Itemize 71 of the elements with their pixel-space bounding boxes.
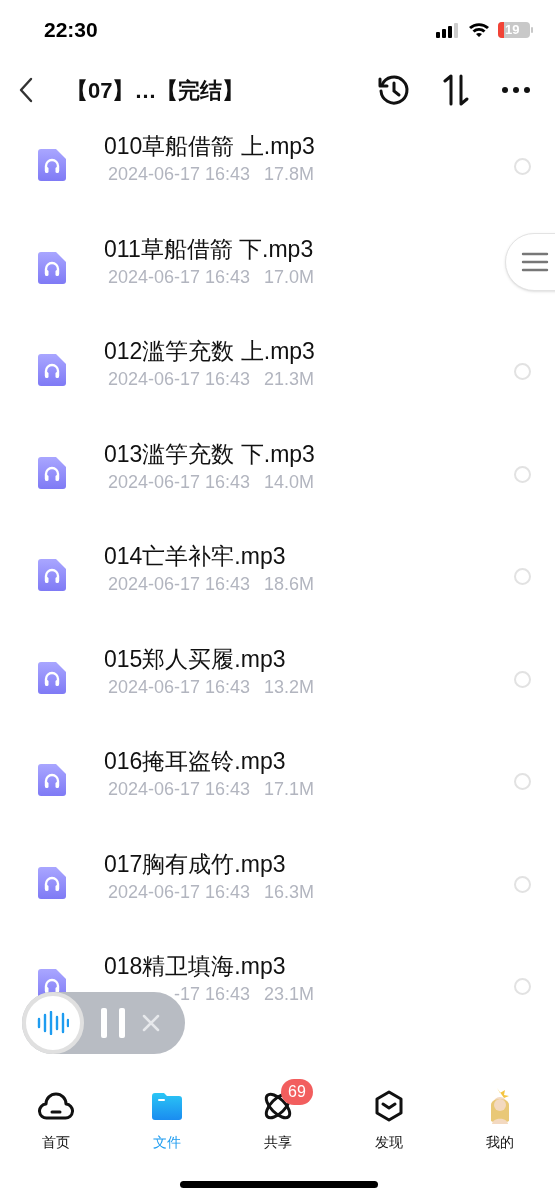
file-row[interactable]: 012滥竽充数 上.mp3 2024-06-17 16:43 21.3M xyxy=(0,337,555,440)
nav-tab[interactable]: 共享 69 xyxy=(222,1078,333,1158)
signal-icon xyxy=(436,22,460,38)
select-radio[interactable] xyxy=(514,158,531,175)
file-size: 14.0M xyxy=(264,470,315,494)
select-radio[interactable] xyxy=(514,875,531,893)
nav-tab[interactable]: 发现 xyxy=(333,1078,444,1158)
file-row[interactable]: 015郑人买履.mp3 2024-06-17 16:43 13.2M xyxy=(0,644,555,747)
file-row[interactable]: 014亡羊补牢.mp3 2024-06-17 16:43 18.6M xyxy=(0,542,555,645)
audio-file-icon xyxy=(38,661,66,694)
audio-file-icon xyxy=(38,251,66,284)
file-size: 23.1M xyxy=(264,983,315,1006)
menu-icon[interactable] xyxy=(521,251,549,273)
file-date: 2024-06-17 16:43 xyxy=(106,573,250,596)
battery-icon xyxy=(498,22,533,38)
select-radio[interactable] xyxy=(514,773,531,790)
count-badge: 69 xyxy=(281,1079,313,1105)
select-radio[interactable] xyxy=(514,568,531,585)
sort-icon[interactable] xyxy=(441,74,471,106)
file-name: 018精卫填海.mp3 xyxy=(104,952,287,980)
select-radio[interactable] xyxy=(514,465,531,483)
file-date: 2024-06-17 16:43 xyxy=(106,675,250,699)
audio-file-icon xyxy=(38,354,66,386)
wifi-icon xyxy=(468,22,490,38)
nav-tab[interactable]: 我的 xyxy=(444,1078,555,1158)
file-date: 2024-06-17 16:43 xyxy=(106,778,250,801)
file-name: 017胸有成竹.mp3 xyxy=(104,849,287,878)
file-size: 16.3M xyxy=(264,880,315,904)
file-name: 011草船借箭 下.mp3 xyxy=(104,234,315,263)
file-date: 2024-06-17 16:43 xyxy=(106,880,250,904)
file-row[interactable]: 017胸有成竹.mp3 2024-06-17 16:43 16.3M xyxy=(0,849,555,952)
nav-tab[interactable]: 首页 xyxy=(0,1078,111,1158)
file-date: -17 16:43 xyxy=(172,983,250,1006)
file-size: 18.6M xyxy=(264,573,315,596)
file-name: 010草船借箭 上.mp3 xyxy=(104,132,315,160)
side-handle[interactable] xyxy=(505,233,555,291)
select-radio[interactable] xyxy=(514,363,531,380)
select-radio[interactable] xyxy=(514,670,531,688)
file-name: 012滥竽充数 上.mp3 xyxy=(104,337,315,365)
pause-icon[interactable] xyxy=(100,1007,126,1039)
file-size: 17.1M xyxy=(264,778,315,801)
more-icon[interactable] xyxy=(501,86,531,94)
file-date: 2024-06-17 16:43 xyxy=(106,470,250,494)
file-name: 013滥竽充数 下.mp3 xyxy=(104,439,315,468)
status-time: 22:30 xyxy=(44,17,98,44)
file-size: 17.0M xyxy=(264,265,315,289)
file-name: 016掩耳盗铃.mp3 xyxy=(104,747,287,775)
cube-icon xyxy=(373,1090,404,1122)
file-size: 21.3M xyxy=(264,368,315,391)
file-row[interactable]: 010草船借箭 上.mp3 2024-06-17 16:43 17.8M xyxy=(0,132,555,235)
file-date: 2024-06-17 16:43 xyxy=(106,265,250,289)
file-size: 17.8M xyxy=(264,163,315,186)
cloud-icon xyxy=(37,1091,74,1121)
file-size: 13.2M xyxy=(264,675,315,699)
select-radio[interactable] xyxy=(514,978,531,995)
close-icon[interactable] xyxy=(142,1014,160,1032)
file-date: 2024-06-17 16:43 xyxy=(106,163,250,186)
history-icon[interactable] xyxy=(377,73,411,107)
file-date: 2024-06-17 16:43 xyxy=(106,368,250,391)
file-name: 014亡羊补牢.mp3 xyxy=(104,542,287,570)
audio-file-icon xyxy=(38,149,66,181)
audio-file-icon xyxy=(38,559,66,591)
file-row[interactable]: 013滥竽充数 下.mp3 2024-06-17 16:43 14.0M xyxy=(0,439,555,542)
waveform-icon xyxy=(37,1011,69,1035)
audio-file-icon xyxy=(38,456,66,489)
audio-file-icon xyxy=(38,866,66,899)
folder-title: 【07】…【完结】 xyxy=(66,76,245,105)
folder-icon xyxy=(151,1092,182,1120)
file-name: 015郑人买履.mp3 xyxy=(104,644,287,673)
file-row[interactable]: 016掩耳盗铃.mp3 2024-06-17 16:43 17.1M xyxy=(0,747,555,850)
audio-file-icon xyxy=(38,764,66,796)
